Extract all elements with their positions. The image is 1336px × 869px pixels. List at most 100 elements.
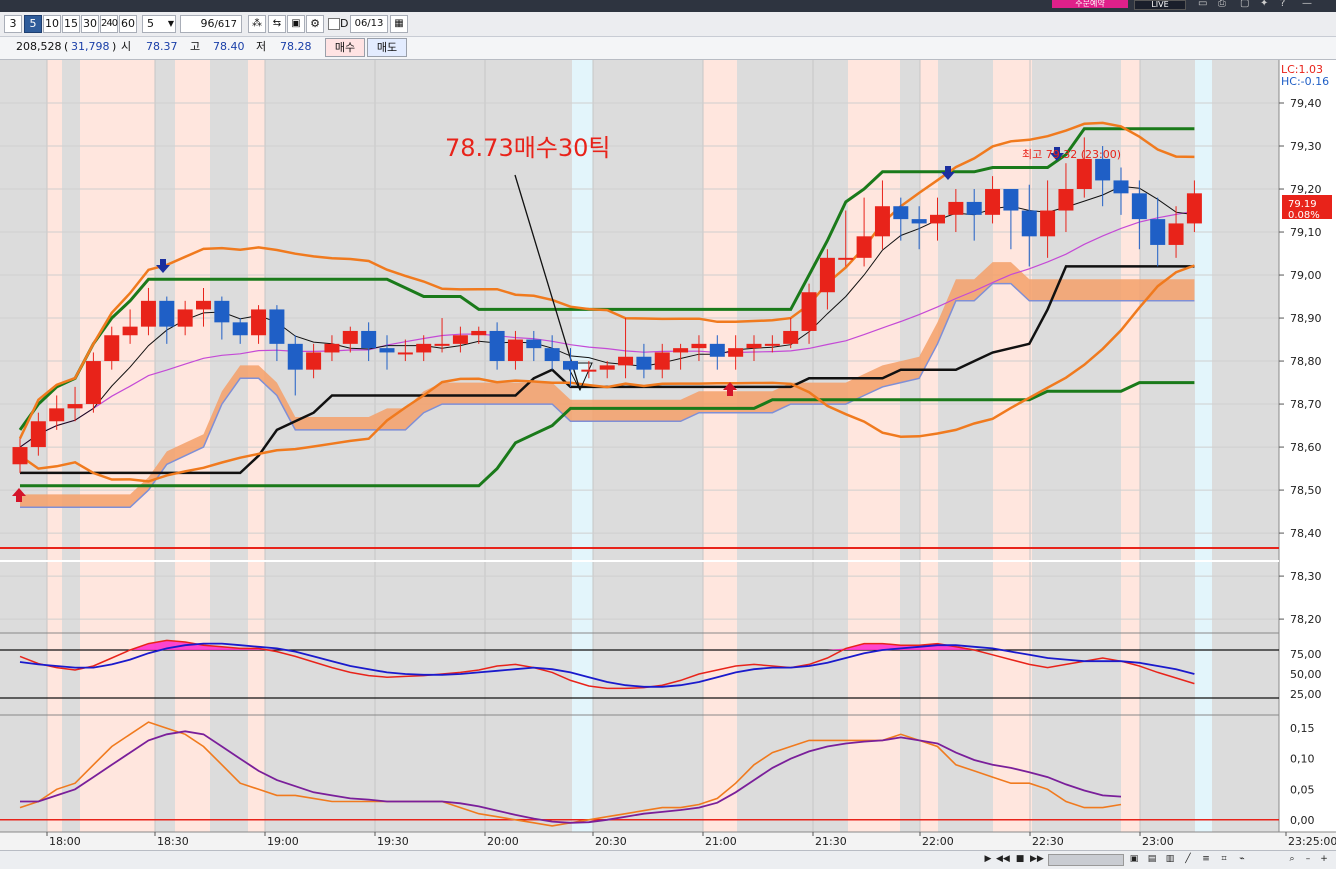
- toggle-icon[interactable]: ⇆: [268, 15, 286, 33]
- stoch-tick-label: 50,00: [1290, 668, 1322, 681]
- count-value: 96: [200, 17, 215, 30]
- candle-body: [507, 339, 523, 362]
- candle-body: [930, 214, 945, 224]
- measure-icon[interactable]: ⌗: [1218, 853, 1230, 865]
- interval-30-button[interactable]: 30: [81, 15, 99, 33]
- candle-body: [636, 356, 652, 370]
- candle-body: [324, 343, 340, 353]
- count-total: /617: [214, 19, 237, 30]
- calendar-icon[interactable]: ▦: [390, 15, 408, 33]
- session-band: [703, 60, 737, 832]
- interval-240-button[interactable]: 240: [100, 15, 118, 33]
- candle-body: [1003, 189, 1019, 211]
- hc-label: HC:-0.16: [1281, 75, 1329, 88]
- window-icon[interactable]: ▭: [1198, 0, 1207, 9]
- candle-body: [489, 330, 505, 362]
- scroll-stop-icon[interactable]: ■: [1014, 853, 1026, 865]
- interval-60-button[interactable]: 60: [119, 15, 137, 33]
- candle-body: [416, 343, 432, 353]
- print-icon[interactable]: ⎙: [1218, 0, 1226, 9]
- price-chart[interactable]: 79,40 79,30 79,20 79,10 79,00 78,90 78,80 78,70…: [0, 60, 1336, 850]
- minimize-icon[interactable]: —: [1302, 0, 1312, 9]
- date-checkbox[interactable]: [328, 18, 340, 30]
- search-icon[interactable]: ⌕: [1286, 853, 1298, 865]
- time-tick-label: 21:00: [705, 835, 737, 848]
- pin-icon[interactable]: ✦: [1260, 0, 1268, 9]
- scroll-start-icon[interactable]: ▶: [982, 853, 994, 865]
- session-band: [572, 60, 593, 832]
- chevron-down-icon: ▼: [167, 19, 174, 28]
- candle-body: [1113, 180, 1129, 194]
- candle-body: [1186, 193, 1202, 224]
- candle-body: [30, 421, 46, 448]
- scroll-thumb[interactable]: [1048, 854, 1124, 866]
- price-tick-label: 79,20: [1290, 183, 1322, 196]
- candle-body: [985, 189, 1001, 215]
- macd-tick-label: 0,15: [1290, 722, 1315, 735]
- candle-body: [397, 352, 413, 355]
- candle-body: [966, 201, 982, 215]
- zoom-minus-icon[interactable]: –: [1302, 853, 1314, 865]
- interval-3-button[interactable]: 3: [4, 15, 22, 33]
- open-label: 시: [121, 40, 132, 53]
- macd-tick-label: 0,05: [1290, 783, 1315, 796]
- zoom-in-icon[interactable]: ▣: [1128, 853, 1140, 865]
- zoom-plus-icon[interactable]: +: [1318, 853, 1330, 865]
- scroll-prev-icon[interactable]: ◀◀: [996, 853, 1010, 865]
- session-band: [47, 60, 62, 832]
- quote-bar: 208,528 ( 31,798 ) 시 78.37 고 78.40 저 78.…: [0, 37, 1336, 60]
- sell-button[interactable]: 매도: [367, 38, 407, 57]
- candle-body: [434, 343, 450, 346]
- session-band: [1121, 60, 1140, 832]
- candle-body: [12, 447, 28, 465]
- count-field[interactable]: 96/617: [180, 15, 242, 33]
- macd-tick-label: 0,10: [1290, 753, 1315, 766]
- indicator-icon[interactable]: ⁂: [248, 15, 266, 33]
- time-tick-label: 21:30: [815, 835, 847, 848]
- candle-body: [159, 300, 175, 327]
- candle-body: [654, 352, 670, 370]
- date-field[interactable]: 06/13: [350, 15, 388, 33]
- help-icon[interactable]: ?: [1280, 0, 1285, 9]
- draw-tool-icon[interactable]: ▥: [1164, 853, 1176, 865]
- pattern-icon[interactable]: ⌁: [1236, 853, 1248, 865]
- candle-body: [1095, 158, 1111, 181]
- interval-5-button[interactable]: 5: [24, 15, 42, 33]
- live-badge[interactable]: LIVE: [1134, 0, 1186, 10]
- candle-body: [893, 206, 909, 220]
- candle-body: [581, 369, 597, 372]
- time-tick-label: 23:25:00: [1288, 835, 1336, 848]
- period-select[interactable]: 5 ▼: [142, 15, 176, 33]
- save-chart-icon[interactable]: ▣: [287, 15, 305, 33]
- session-band: [80, 60, 155, 832]
- gear-icon[interactable]: ⚙: [306, 15, 324, 33]
- interval-10-button[interactable]: 10: [43, 15, 61, 33]
- candle-body: [140, 300, 156, 327]
- candle-body: [85, 361, 101, 405]
- candle-body: [746, 343, 762, 349]
- price-tick-label: 79,40: [1290, 97, 1322, 110]
- price-tick-label: 78,20: [1290, 613, 1322, 626]
- candle-body: [196, 300, 211, 310]
- candle-body: [856, 236, 872, 258]
- fib-icon[interactable]: ≡: [1200, 853, 1212, 865]
- candle-body: [1168, 223, 1184, 245]
- time-axis-background: [0, 832, 1336, 850]
- order-reserve-badge[interactable]: 주문예약: [1052, 0, 1128, 8]
- candle-body: [67, 404, 83, 409]
- macd-tick-label: 0,00: [1290, 814, 1315, 827]
- open-value: 78.37: [146, 40, 178, 53]
- time-tick-label: 22:30: [1032, 835, 1064, 848]
- scroll-next-icon[interactable]: ▶▶: [1030, 853, 1044, 865]
- candle-body: [379, 348, 395, 353]
- current-price-label: 79.19: [1288, 199, 1317, 210]
- buy-button[interactable]: 매수: [325, 38, 365, 57]
- scroll-bar[interactable]: ▶ ◀◀ ■ ▶▶ ▣ ▤ ▥ ╱ ≡ ⌗ ⌁ ⌕ – +: [0, 850, 1336, 869]
- price-tick-label: 78,30: [1290, 570, 1322, 583]
- interval-15-button[interactable]: 15: [62, 15, 80, 33]
- zoom-out-icon[interactable]: ▤: [1146, 853, 1158, 865]
- session-band: [848, 60, 900, 832]
- save-icon[interactable]: ▢: [1240, 0, 1249, 9]
- stoch-tick-label: 25,00: [1290, 688, 1322, 701]
- trend-icon[interactable]: ╱: [1182, 853, 1194, 865]
